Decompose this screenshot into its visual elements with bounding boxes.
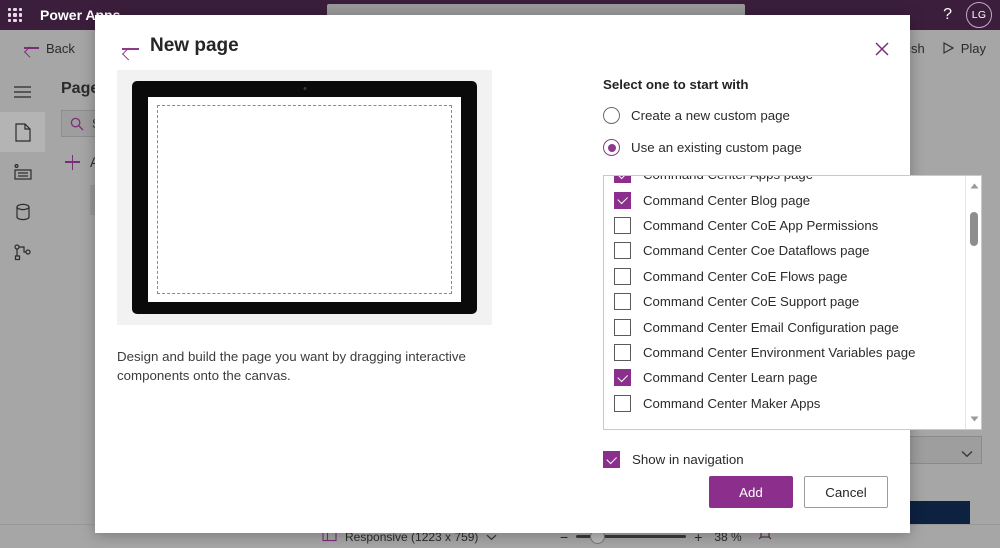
hamburger-menu-icon[interactable] (0, 72, 45, 112)
back-label: Back (46, 40, 75, 56)
checkbox-icon[interactable] (614, 267, 631, 285)
list-item-label: Command Center Apps page (643, 176, 813, 182)
section-label: Select one to start with (603, 77, 749, 92)
plus-icon (65, 154, 80, 170)
app-launcher-icon[interactable] (0, 0, 30, 30)
dialog-actions: Add Cancel (709, 476, 888, 508)
scroll-down-icon[interactable] (966, 411, 981, 427)
list-item-label: Command Center CoE Support page (643, 294, 860, 310)
checkbox-icon[interactable] (614, 394, 631, 412)
checkbox-icon[interactable] (614, 176, 631, 184)
list-item[interactable]: Command Center CoE App Permissions (604, 213, 966, 238)
checkbox-icon[interactable] (614, 369, 631, 387)
camera-dot-icon (303, 87, 306, 90)
dialog-header: New page (95, 15, 910, 73)
sidebar-item-tree-view[interactable] (0, 152, 45, 192)
radio-label: Create a new custom page (631, 108, 790, 123)
tablet-device-mockup (117, 70, 492, 325)
dialog-description: Design and build the page you want by dr… (117, 349, 466, 384)
dialog-title: New page (150, 35, 239, 56)
checkbox-icon[interactable] (614, 293, 631, 311)
show-in-navigation-label: Show in navigation (632, 452, 744, 467)
list-item[interactable]: Command Center Maker Apps (604, 391, 966, 416)
list-item-label: Command Center Email Configuration page (643, 319, 899, 335)
list-item[interactable]: Command Center CoE Support page (604, 289, 966, 314)
list-item[interactable]: Command Center Learn page (604, 365, 966, 390)
list-item[interactable]: Command Center Apps page (604, 176, 966, 187)
list-item-label: Command Center CoE App Permissions (643, 217, 879, 233)
avatar[interactable]: LG (966, 2, 992, 28)
checkbox-icon[interactable] (603, 451, 620, 468)
list-item[interactable]: Command Center Blog page (604, 187, 966, 212)
checkbox-icon[interactable] (614, 242, 631, 260)
dialog-back-icon[interactable] (122, 43, 139, 55)
play-label: Play (960, 40, 986, 56)
play-button[interactable]: Play (943, 41, 986, 56)
list-item-label: Command Center Learn page (643, 370, 818, 386)
checkbox-icon[interactable] (614, 216, 631, 234)
list-item[interactable]: Command Center Email Configuration page (604, 314, 966, 339)
list-item[interactable]: Command Center CoE Flows page (604, 264, 966, 289)
sidebar-item-sitemap[interactable] (0, 232, 45, 272)
play-icon (943, 42, 954, 54)
dialog-options-pane: Select one to start with Create a new cu… (603, 77, 988, 468)
sidebar-item-data[interactable] (0, 192, 45, 232)
left-rail (0, 66, 45, 548)
scrollbar-thumb[interactable] (970, 212, 978, 246)
list-item[interactable]: Command Center Coe Dataflows page (604, 238, 966, 263)
list-item-label: Command Center Environment Variables pag… (643, 344, 916, 360)
zoom-slider[interactable] (576, 529, 687, 544)
close-icon[interactable] (866, 33, 898, 65)
list-item-label: Command Center Coe Dataflows page (643, 243, 870, 259)
custom-page-listbox[interactable]: Command Center Apps page Command Center … (603, 175, 982, 430)
screen-root: Power Apps ? LG Back Publish Play (0, 0, 1000, 548)
checkbox-icon[interactable] (614, 191, 631, 209)
sidebar-item-pages[interactable] (0, 112, 45, 152)
dialog-preview-pane: Design and build the page you want by dr… (117, 70, 492, 386)
header-actions: ? LG (943, 0, 992, 30)
help-icon[interactable]: ? (943, 7, 952, 23)
checkbox-icon[interactable] (614, 318, 631, 336)
list-items-container: Command Center Apps page Command Center … (604, 176, 966, 416)
back-button[interactable]: Back (24, 41, 75, 56)
list-item-label: Command Center Maker Apps (643, 395, 821, 411)
arrow-left-icon (24, 43, 39, 53)
checkbox-icon[interactable] (614, 343, 631, 361)
listbox-scrollbar[interactable] (965, 176, 981, 429)
new-page-dialog: New page Design and build the page you w… (95, 15, 982, 533)
radio-icon-selected (603, 139, 620, 156)
radio-label: Use an existing custom page (631, 140, 802, 155)
cancel-button[interactable]: Cancel (804, 476, 888, 508)
radio-use-existing-custom-page[interactable]: Use an existing custom page (603, 139, 988, 156)
radio-icon (603, 107, 620, 124)
list-item-label: Command Center CoE Flows page (643, 268, 848, 284)
scroll-up-icon[interactable] (966, 178, 981, 194)
list-item[interactable]: Command Center Environment Variables pag… (604, 340, 966, 365)
add-button[interactable]: Add (709, 476, 793, 508)
radio-create-new-custom-page[interactable]: Create a new custom page (603, 107, 988, 124)
show-in-navigation-checkbox[interactable]: Show in navigation (603, 451, 988, 468)
list-item-label: Command Center Blog page (643, 192, 811, 208)
